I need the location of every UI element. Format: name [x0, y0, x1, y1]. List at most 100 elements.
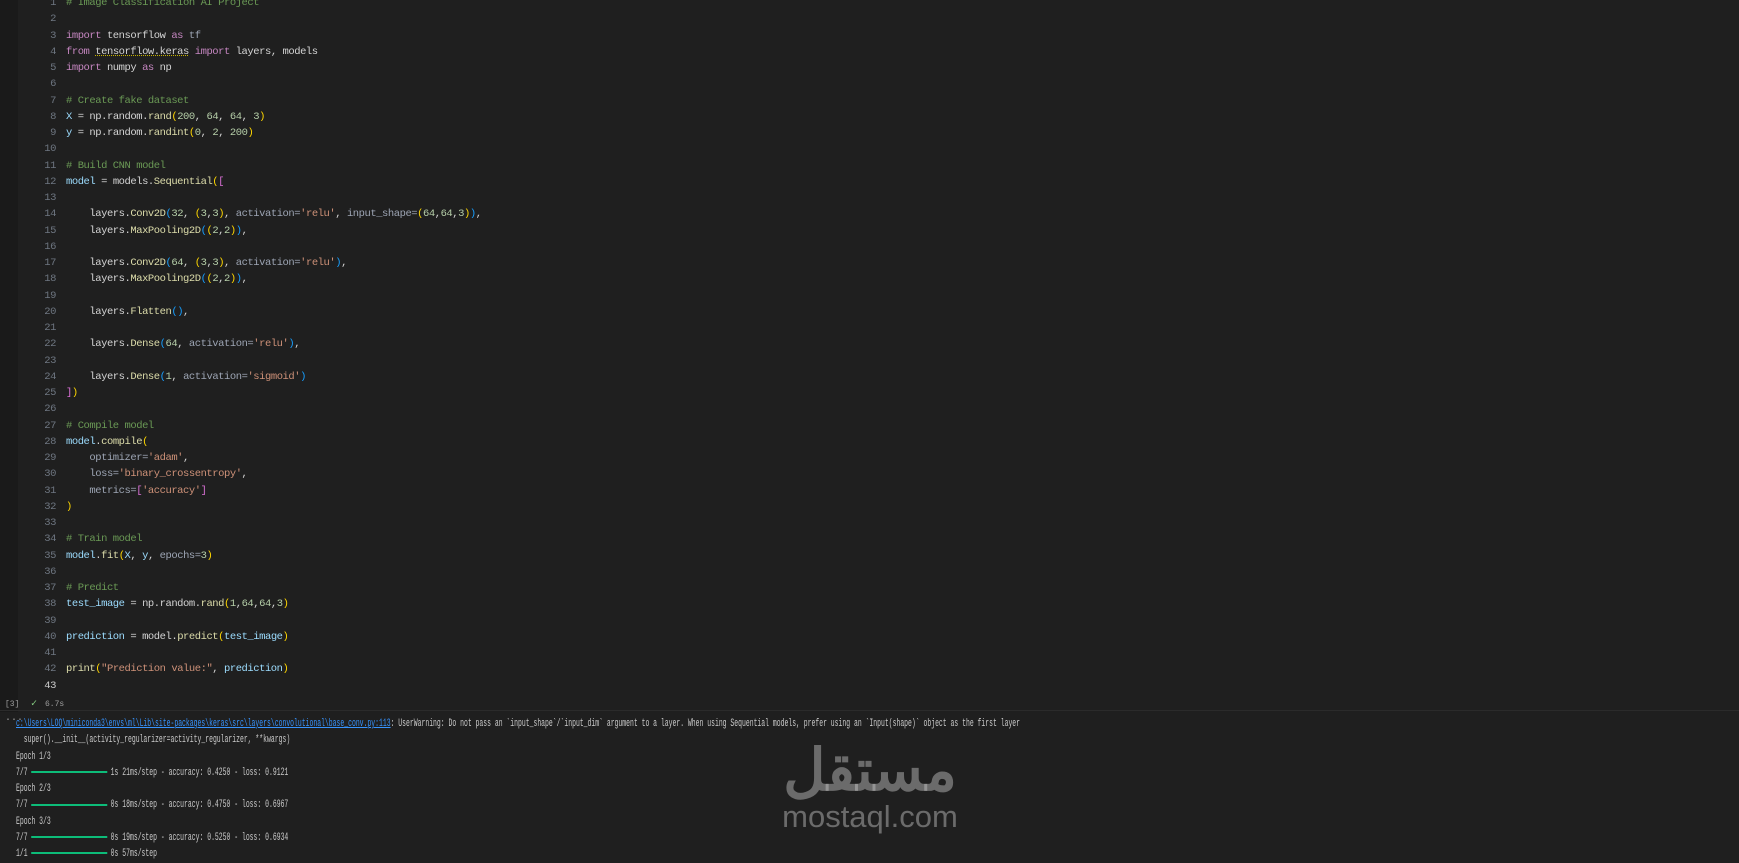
line-text: # Compile model [66, 418, 154, 434]
progress-bar [31, 770, 108, 773]
step-count: 7/7 [16, 766, 28, 779]
code-token: = models. [95, 175, 154, 188]
code-token: ) [282, 598, 289, 611]
code-token: 64 [241, 598, 254, 611]
step-stats: 1s 21ms/step - accuracy: 0.4250 - loss: … [110, 766, 289, 779]
line-number: 36 [44, 565, 56, 578]
code-token: , [183, 208, 195, 221]
code-token: , [183, 257, 195, 269]
code-token: , [241, 468, 248, 481]
code-token: test_image [224, 630, 283, 643]
code-token: 64 [165, 338, 178, 351]
code-token: import [194, 45, 231, 58]
code-token: activation= [188, 338, 254, 351]
code-token: ) [300, 370, 306, 383]
line-text: print("Prediction value:", prediction) [66, 661, 289, 677]
code-token: Dense [130, 338, 160, 351]
line-number: 22 [44, 338, 56, 351]
code-token: 200 [229, 127, 248, 139]
code-token: , [212, 663, 224, 676]
code-token: ) [259, 110, 265, 123]
code-token: layers. [66, 305, 131, 318]
code-token: Conv2D [130, 257, 166, 269]
line-number: 34 [44, 533, 56, 546]
code-cell[interactable]: 1 # Image Classification AI Project 2 3 impo… [18, 0, 1739, 712]
code-token: 'adam' [147, 452, 184, 464]
code-token: # Compile model [66, 419, 154, 432]
code-token: , [224, 208, 236, 221]
line-text: model = models.Sequential([ [66, 174, 224, 190]
code-token: fit [101, 549, 119, 562]
code-token: 'relu' [300, 257, 336, 269]
warning-line: c:\Users\LOQ\miniconda3\envs\ml\Lib\site… [16, 716, 1024, 732]
code-token: tensorflow [101, 29, 172, 42]
line-number: 15 [44, 224, 56, 237]
code-token: tensorflow.keras [95, 45, 189, 58]
line-number: 18 [44, 273, 56, 286]
mostaql-watermark: مستقل mostaql.com [760, 742, 980, 834]
code-token: activation= [235, 208, 301, 221]
code-token: 200 [177, 110, 195, 123]
divider [0, 710, 1739, 711]
line-number: 40 [44, 630, 56, 643]
code-token: MaxPooling2D [130, 224, 201, 237]
line-number: 5 [50, 62, 56, 74]
code-token: = np.random. [124, 598, 201, 611]
code-token: () [171, 305, 184, 318]
code-token: , [241, 273, 248, 286]
line-text: loss='binary_crossentropy', [66, 466, 247, 482]
line-number: 25 [44, 387, 56, 399]
code-token: , [183, 305, 189, 318]
code-token: model [66, 175, 96, 188]
line-number: 32 [44, 500, 56, 513]
code-token: loss= [66, 468, 119, 481]
code-token: Flatten [130, 305, 172, 318]
line-text: layers.MaxPooling2D((2,2)), [66, 271, 248, 287]
code-token: layers. [66, 273, 131, 286]
code-token: , [147, 549, 160, 562]
code-token: ) [282, 630, 289, 643]
warning-file-link[interactable]: c:\Users\LOQ\miniconda3\envs\ml\Lib\site… [16, 718, 391, 730]
code-token: 64 [206, 110, 219, 123]
code-token: as [171, 29, 184, 42]
code-token: , [335, 208, 347, 221]
code-token: # Build CNN model [66, 159, 166, 172]
step-count: 7/7 [16, 832, 28, 845]
code-token: 64 [440, 208, 453, 221]
code-token: from [66, 45, 90, 58]
line-number: 41 [44, 647, 56, 659]
line-number: 23 [44, 354, 56, 367]
code-token: ) [71, 387, 78, 399]
code-token: ] [200, 484, 207, 497]
line-text: metrics=['accuracy'] [66, 483, 207, 499]
code-token: 'sigmoid' [247, 370, 301, 383]
line-number: 8 [50, 110, 56, 123]
code-token: 'accuracy' [142, 484, 201, 497]
code-token: = model. [124, 630, 178, 643]
line-number: 7 [50, 94, 56, 107]
line-text: X = np.random.rand(200, 64, 64, 3) [66, 109, 265, 125]
line-number: 17 [44, 257, 56, 269]
line-text: # Build CNN model [66, 158, 166, 174]
code-token: MaxPooling2D [130, 273, 201, 286]
code-token: numpy [101, 62, 143, 74]
code-token: tf [183, 29, 201, 42]
code-token: layers. [66, 338, 131, 351]
line-number: 13 [44, 192, 56, 204]
code-token: , [200, 127, 213, 139]
line-number: 26 [44, 403, 56, 416]
line-text: # Create fake dataset [66, 93, 189, 109]
code-token: Conv2D [130, 208, 166, 221]
code-token: ) [66, 500, 72, 513]
code-token: , [194, 110, 207, 123]
progress-bar [31, 803, 108, 806]
code-token: # Image Classification AI Project [66, 0, 260, 9]
code-token: = np.random. [71, 110, 149, 123]
code-token: [ [218, 175, 225, 188]
code-token: model [66, 435, 96, 448]
line-text: layers.Dense(1, activation='sigmoid') [66, 369, 306, 385]
line-number: 35 [44, 549, 56, 562]
code-token: test_image [66, 598, 125, 611]
line-text: optimizer='adam', [66, 450, 189, 466]
line-text: import numpy as np [66, 60, 172, 76]
